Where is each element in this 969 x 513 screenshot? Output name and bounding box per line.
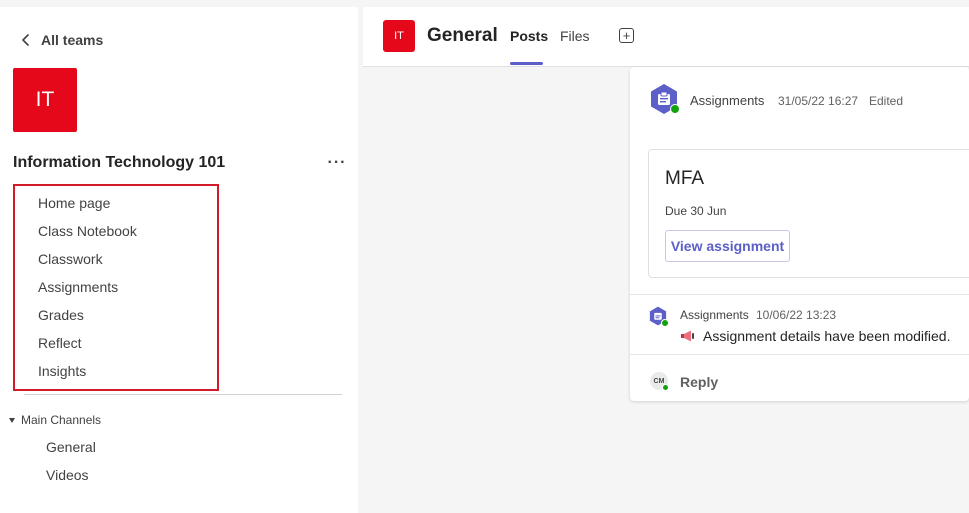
assignment-post: Assignments 31/05/22 16:27 Edited MFA Du…	[630, 67, 969, 401]
presence-available-icon	[662, 384, 669, 391]
assignment-title: MFA	[665, 168, 705, 189]
main-channels-label: Main Channels	[21, 413, 102, 427]
post-timestamp: 31/05/22 16:27	[778, 94, 859, 108]
channel-header: IT General Posts Files +	[363, 7, 969, 67]
all-teams-back-button[interactable]: All teams	[20, 32, 103, 48]
post-author[interactable]: Assignments	[690, 93, 764, 108]
sidebar-item-home-page[interactable]: Home page	[38, 195, 110, 211]
channel-item-videos[interactable]: Videos	[46, 467, 89, 483]
sidebar-divider	[24, 394, 342, 395]
reply-author[interactable]: Assignments	[680, 308, 749, 322]
chevron-left-icon	[22, 34, 29, 46]
channel-item-general[interactable]: General	[46, 439, 96, 455]
sidebar-item-reflect[interactable]: Reflect	[38, 335, 82, 351]
team-avatar: IT	[13, 68, 77, 132]
more-options-button[interactable]: ···	[326, 154, 348, 172]
tab-files[interactable]: Files	[560, 28, 590, 44]
presence-available-icon	[661, 319, 669, 327]
reply-timestamp: 10/06/22 13:23	[756, 308, 837, 322]
modified-text: Assignment details have been modified.	[703, 328, 951, 344]
channel-title: General	[427, 25, 498, 46]
sidebar-item-assignments[interactable]: Assignments	[38, 279, 118, 295]
reply-button[interactable]: Reply	[680, 374, 718, 390]
main-channels-toggle[interactable]: Main Channels	[9, 413, 101, 427]
caret-down-icon	[9, 417, 15, 423]
channel-avatar: IT	[383, 20, 415, 52]
edited-label: Edited	[869, 94, 904, 108]
tab-posts[interactable]: Posts	[510, 28, 548, 44]
sidebar-item-grades[interactable]: Grades	[38, 307, 84, 323]
presence-available-icon	[670, 104, 680, 114]
assignment-due-date: Due 30 Jun	[665, 204, 727, 218]
assignment-card: MFA Due 30 Jun View assignment	[648, 149, 969, 278]
reply-divider	[630, 354, 969, 355]
sidebar-item-classwork[interactable]: Classwork	[38, 251, 103, 267]
sidebar-item-insights[interactable]: Insights	[38, 363, 86, 379]
active-tab-indicator	[510, 62, 543, 65]
team-sidebar: All teams IT Information Technology 101 …	[0, 7, 358, 513]
add-tab-button[interactable]: +	[619, 28, 634, 43]
all-teams-label: All teams	[41, 32, 104, 48]
modified-message: Assignment details have been modified.	[680, 328, 950, 344]
megaphone-icon	[681, 330, 694, 342]
view-assignment-button[interactable]: View assignment	[665, 230, 790, 262]
sidebar-item-class-notebook[interactable]: Class Notebook	[38, 223, 137, 239]
team-name: Information Technology 101	[13, 154, 226, 171]
